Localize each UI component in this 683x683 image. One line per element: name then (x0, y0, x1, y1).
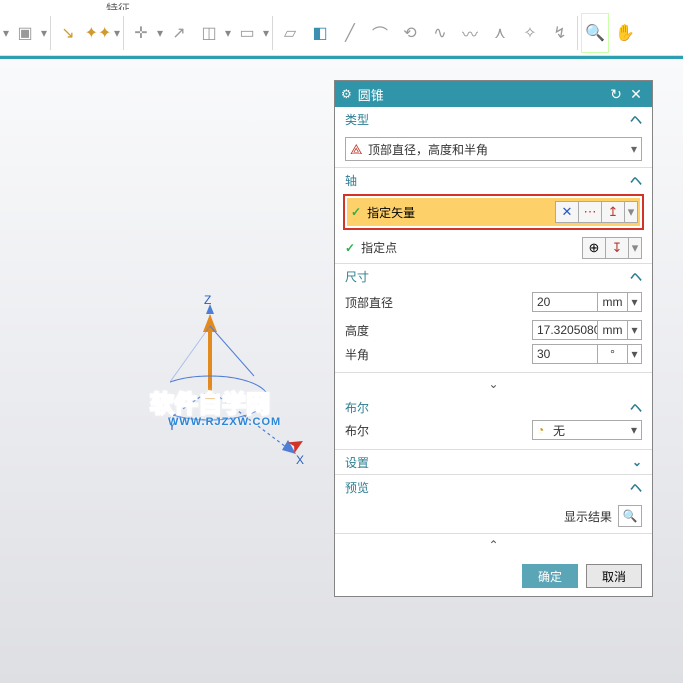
section-preview[interactable]: 预览ヘ (335, 475, 652, 499)
check-icon: ✓ (345, 241, 355, 255)
cancel-button[interactable]: 取消 (586, 564, 642, 588)
chevron-up-icon: ヘ (630, 268, 642, 285)
tool-dropdown[interactable]: ▾ (40, 13, 48, 53)
watermark-url: WWW.RJZXW.COM (168, 416, 281, 428)
tool-sline-icon[interactable]: ⟲ (396, 13, 424, 53)
height-input[interactable]: 17.32050807 mm ▾ (532, 320, 642, 340)
panel-buttons: 确定 取消 (335, 556, 652, 596)
cone-icon: ⟁ (350, 141, 368, 158)
highlight-frame: ✓ 指定矢量 ✕ ⋯ ↥ ▾ (343, 194, 644, 230)
size-row-half-angle: 半角 30 ° ▾ (335, 344, 652, 372)
vector-zc-icon[interactable]: ↥ (601, 201, 625, 223)
tool-dropdown[interactable]: ▾ (156, 13, 164, 53)
size-row-top-diameter: 顶部直径 20 mm ▾ (335, 288, 652, 316)
top-diameter-input[interactable]: 20 mm ▾ (532, 292, 642, 312)
specify-point-label: 指定点 (361, 239, 583, 256)
close-icon[interactable]: ✕ (626, 86, 646, 103)
tool-cube-icon[interactable]: ◫ (195, 13, 223, 53)
tool-dropdown[interactable]: ▾ (224, 13, 232, 53)
toolbar: ▾ ▣ ▾ ↘ ✦✦ ▾ ✛ ▾ ↗ ◫ ▾ ▭ ▾ ▱ ◧ ╱ ⌒ ⟲ ∿ 〰… (0, 10, 683, 56)
caret-down-icon[interactable]: ▾ (627, 345, 641, 363)
tool-rect-icon[interactable]: ▭ (233, 13, 261, 53)
tool-box-icon[interactable]: ▣ (11, 13, 39, 53)
panel-expand[interactable]: ⌃ (335, 533, 652, 556)
caret-down-icon: ▾ (631, 423, 637, 437)
chevron-up-icon: ヘ (630, 111, 642, 128)
tool-bez-icon[interactable]: ∿ (426, 13, 454, 53)
show-result-label: 显示结果 (564, 508, 612, 525)
tool-point-icon[interactable]: ✛ (127, 13, 155, 53)
vector-swap-icon[interactable]: ✕ (555, 201, 579, 223)
section-size[interactable]: 尺寸ヘ (335, 264, 652, 288)
caret-down-icon: ▾ (623, 142, 637, 156)
tool-dropdown[interactable]: ▾ (262, 13, 270, 53)
type-combo[interactable]: ⟁ 顶部直径，高度和半角 ▾ (345, 137, 642, 161)
section-bool[interactable]: 布尔ヘ (335, 395, 652, 419)
size-row-height: 高度 17.32050807 mm ▾ (335, 316, 652, 344)
section-settings[interactable]: 设置⌄ (335, 450, 652, 474)
tool-edge2-icon[interactable]: ↗ (165, 13, 193, 53)
tool-star-icon[interactable]: ⋏ (486, 13, 514, 53)
chevron-up-icon: ヘ (630, 399, 642, 416)
size-expand[interactable]: ⌄ (335, 372, 652, 395)
type-combo-text: 顶部直径，高度和半角 (368, 141, 623, 158)
tool-axis-icon[interactable]: ↯ (546, 13, 574, 53)
bool-select[interactable]: ◔ 无 ▾ (532, 420, 642, 440)
tool-isocube-icon[interactable]: ◧ (306, 13, 334, 53)
magnifier-icon[interactable]: 🔍 (618, 505, 642, 527)
section-axis[interactable]: 轴ヘ (335, 168, 652, 192)
point-pick-icon[interactable]: ⊕ (582, 237, 606, 259)
bool-none-icon: ◔ (537, 423, 553, 437)
panel-titlebar[interactable]: ⚙ 圆锥 ↻ ✕ (335, 81, 652, 107)
tool-line-icon[interactable]: ╱ (336, 13, 364, 53)
chevron-down-icon: ⌄ (632, 455, 642, 469)
tool-dropdown[interactable]: ▾ (2, 13, 10, 53)
watermark-text: 软件自学网 (150, 384, 270, 419)
chevron-up-icon: ヘ (630, 172, 642, 189)
cone-panel: ⚙ 圆锥 ↻ ✕ 类型ヘ ⟁ 顶部直径，高度和半角 ▾ 轴ヘ ✓ 指定矢量 ✕ … (334, 80, 653, 597)
tool-edge-icon[interactable]: ↘ (54, 13, 82, 53)
tool-zoomfit-icon[interactable]: 🔍 (581, 13, 609, 53)
chevron-up-icon: ヘ (630, 479, 642, 496)
preview-row: 显示结果 🔍 (335, 499, 652, 533)
tool-hand-icon[interactable]: ✋ (611, 13, 639, 53)
vector-dropdown[interactable]: ▾ (624, 201, 638, 223)
specify-vector-label: 指定矢量 (367, 204, 415, 221)
half-angle-input[interactable]: 30 ° ▾ (532, 344, 642, 364)
tool-dropdown[interactable]: ▾ (113, 13, 121, 53)
caret-down-icon[interactable]: ▾ (627, 321, 641, 339)
caret-down-icon[interactable]: ▾ (627, 293, 641, 311)
specify-point-row[interactable]: ✓ 指定点 ⊕ ↧ ▾ (335, 232, 652, 264)
refresh-icon[interactable]: ↻ (606, 86, 626, 103)
panel-title: 圆锥 (358, 85, 606, 104)
gear-icon[interactable]: ⚙ (341, 87, 352, 101)
section-type[interactable]: 类型ヘ (335, 107, 652, 131)
tool-spark-icon[interactable]: ✧ (516, 13, 544, 53)
tool-solid-icon[interactable]: ▱ (276, 13, 304, 53)
point-dropdown[interactable]: ▾ (628, 237, 642, 259)
tool-arc-icon[interactable]: ⌒ (366, 13, 394, 53)
ok-button[interactable]: 确定 (522, 564, 578, 588)
vector-dots-icon[interactable]: ⋯ (578, 201, 602, 223)
check-icon: ✓ (351, 205, 361, 219)
point-axis-icon[interactable]: ↧ (605, 237, 629, 259)
bool-row: 布尔 ◔ 无 ▾ (335, 419, 652, 449)
specify-vector-row[interactable]: ✓ 指定矢量 ✕ ⋯ ↥ ▾ (347, 198, 640, 226)
tool-wave-icon[interactable]: 〰 (456, 13, 484, 53)
tool-targets-icon[interactable]: ✦✦ (84, 13, 112, 53)
